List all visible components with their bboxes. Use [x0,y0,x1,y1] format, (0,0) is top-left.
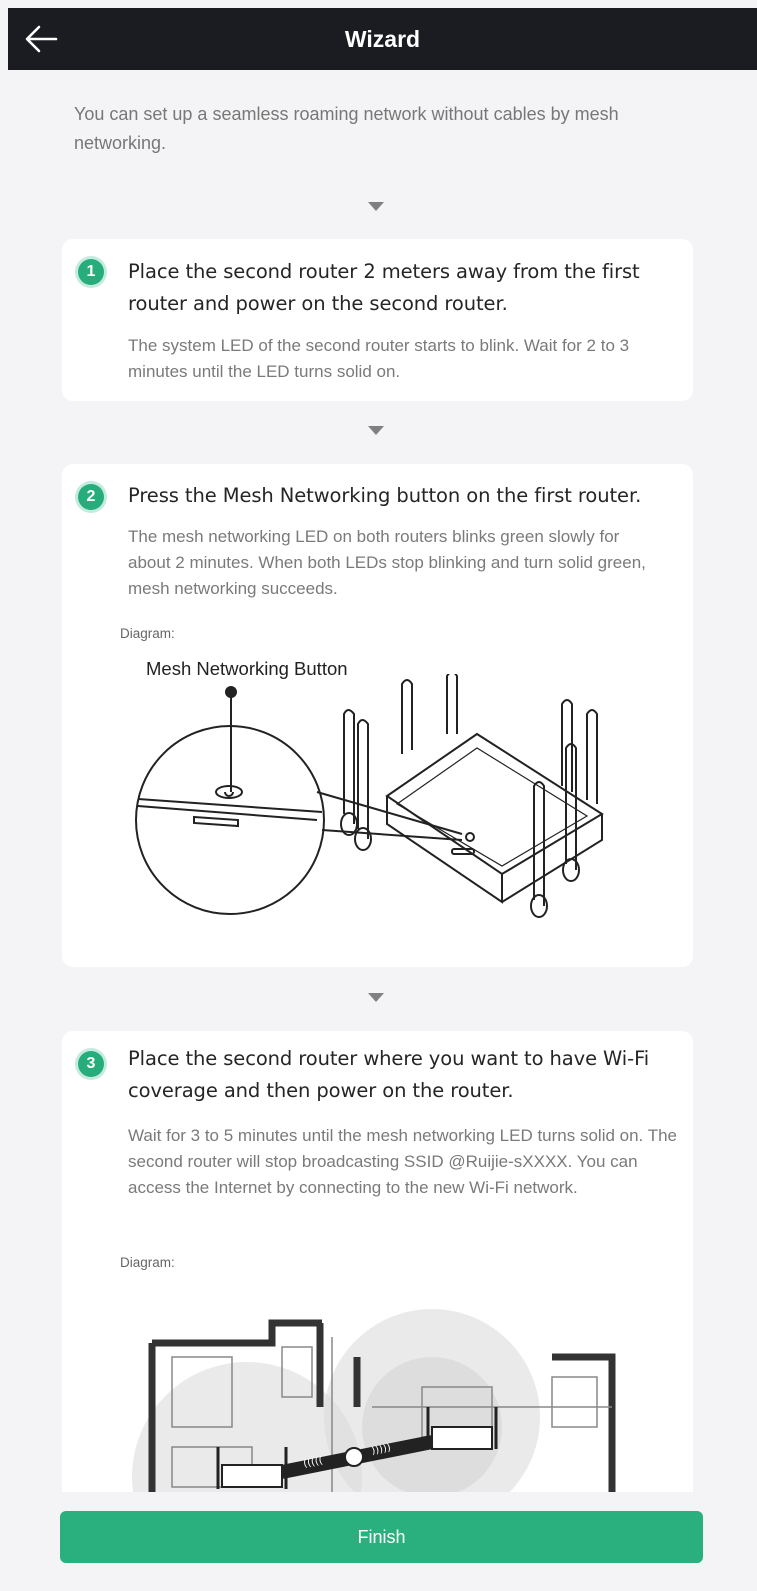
arrow-down-icon [368,202,384,211]
step-card-3: 3 Place the second router where you want… [62,1031,693,1493]
diagram-label: Diagram: [120,1255,175,1270]
step-card-2: 2 Press the Mesh Networking button on th… [62,464,693,967]
step-number-badge: 3 [78,1051,104,1077]
step-number-badge: 2 [78,484,104,510]
arrow-down-icon [368,426,384,435]
step-description: The mesh networking LED on both routers … [128,527,646,598]
step-description: Wait for 3 to 5 minutes until the mesh n… [128,1126,677,1197]
intro-text: You can set up a seamless roaming networ… [74,104,619,153]
finish-button[interactable]: Finish [60,1511,703,1563]
step-title: Place the second router where you want t… [128,1047,650,1102]
step-card-1: 1 Place the second router 2 meters away … [62,239,693,401]
step-description: The system LED of the second router star… [128,336,630,381]
step-number-badge: 1 [78,259,104,285]
app-header: Wizard [8,8,757,70]
floorplan-coverage-diagram: ((((( ))))) [132,1309,616,1493]
page-title: Wizard [344,26,421,52]
router-diagram [135,674,604,918]
step-title: Press the Mesh Networking button on the … [128,484,642,507]
arrow-down-icon [368,993,384,1002]
step-title: Place the second router 2 meters away fr… [128,260,640,315]
diagram-label: Diagram: [120,626,175,641]
